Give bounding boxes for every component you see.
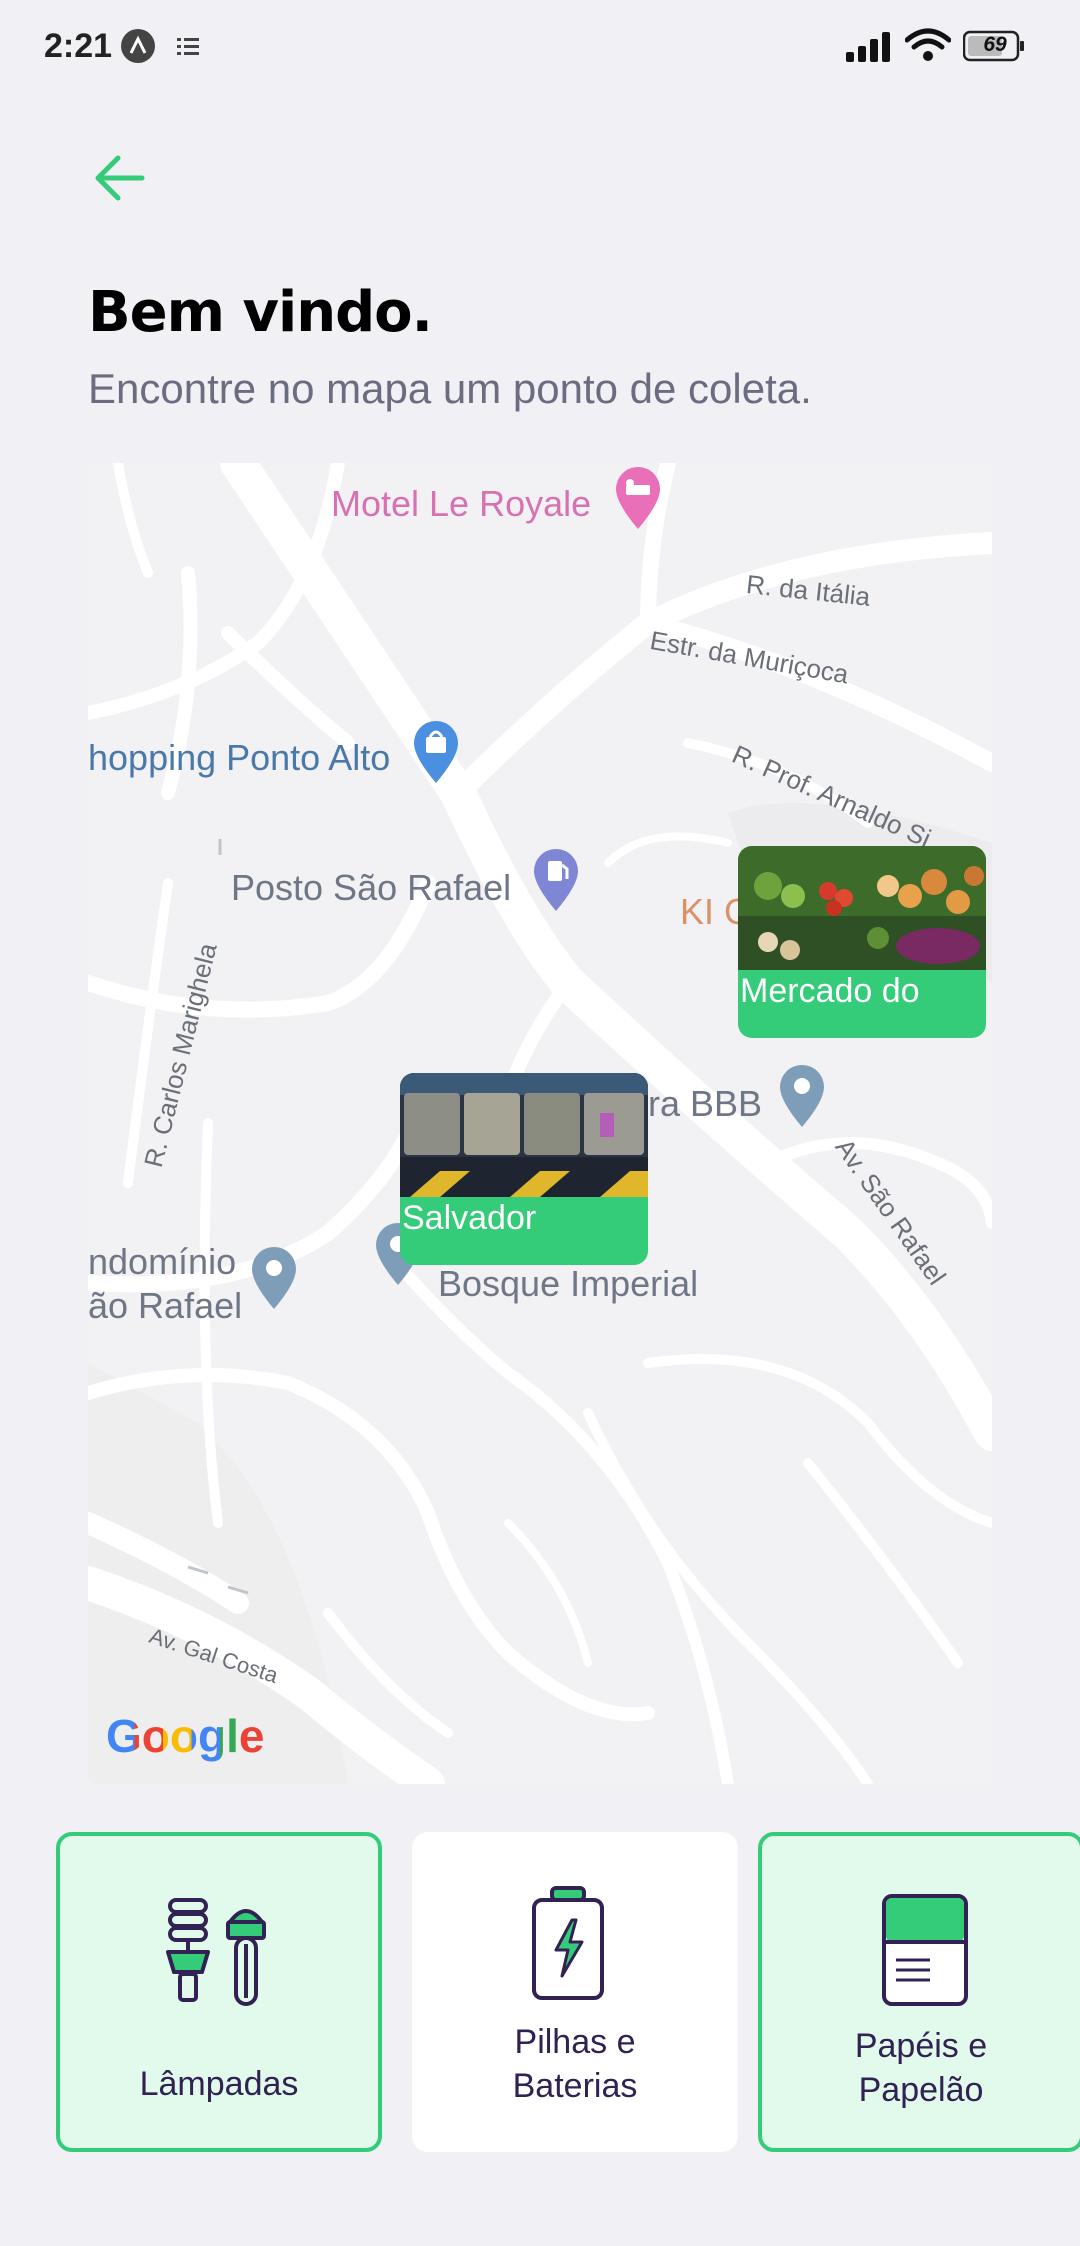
vegetables-photo [738,846,986,970]
page-subtitle: Encontre no mapa um ponto de coleta. [88,365,812,412]
poi-label: Bosque Imperial [438,1263,699,1304]
battery-icon [532,1886,604,2000]
list-icon [177,38,199,55]
paper-icon [882,1894,968,2006]
item-label: Baterias [512,2067,638,2105]
signal-icon [846,32,890,62]
item-card-lamps[interactable]: Lâmpadas [56,1832,382,2152]
gas-station-pin-icon[interactable] [530,847,582,913]
poi-label: Motel Le Royale [331,483,592,524]
app-notification-icon [121,29,155,63]
lamps-icon [166,1898,266,2006]
item-label: Papéis e [854,2027,988,2065]
poi-label: ra BBB [648,1083,763,1124]
place-pin-icon[interactable] [248,1245,300,1311]
map-view[interactable]: Motel Le Royale hopping Ponto Alto Posto… [88,463,992,1784]
poi-label: Posto São Rafael [231,867,512,908]
recycling-bins-photo [400,1073,648,1197]
item-label: Papelão [858,2071,984,2109]
map-attribution: Google [106,1710,265,1762]
collection-point-marker[interactable]: Salvador [400,1073,648,1265]
status-bar: 2:21 69 [0,0,1080,95]
page-title: Bem vindo. [88,280,433,345]
wifi-icon [905,28,951,61]
item-card-paper[interactable]: Papéis e Papelão [758,1832,1080,2152]
google-logo: Google [106,1709,264,1763]
marker-label: Salvador [402,1199,537,1237]
collection-point-marker[interactable]: Mercado do [738,846,986,1038]
shopping-pin-icon[interactable] [410,719,462,785]
place-pin-icon[interactable] [776,1063,828,1129]
status-time: 2:21 [44,27,113,65]
marker-label: Mercado do [740,972,920,1010]
arrow-left-icon[interactable] [88,148,154,208]
hotel-pin-icon[interactable] [612,465,664,531]
item-label: Pilhas e [514,2023,636,2061]
poi-label: ndomínio [88,1241,237,1282]
poi-label: ão Rafael [88,1285,243,1326]
item-card-batteries[interactable]: Pilhas e Baterias [412,1832,738,2152]
poi-label: hopping Ponto Alto [88,737,391,778]
battery-level: 69 [983,33,1007,56]
item-label: Lâmpadas [139,2065,299,2103]
